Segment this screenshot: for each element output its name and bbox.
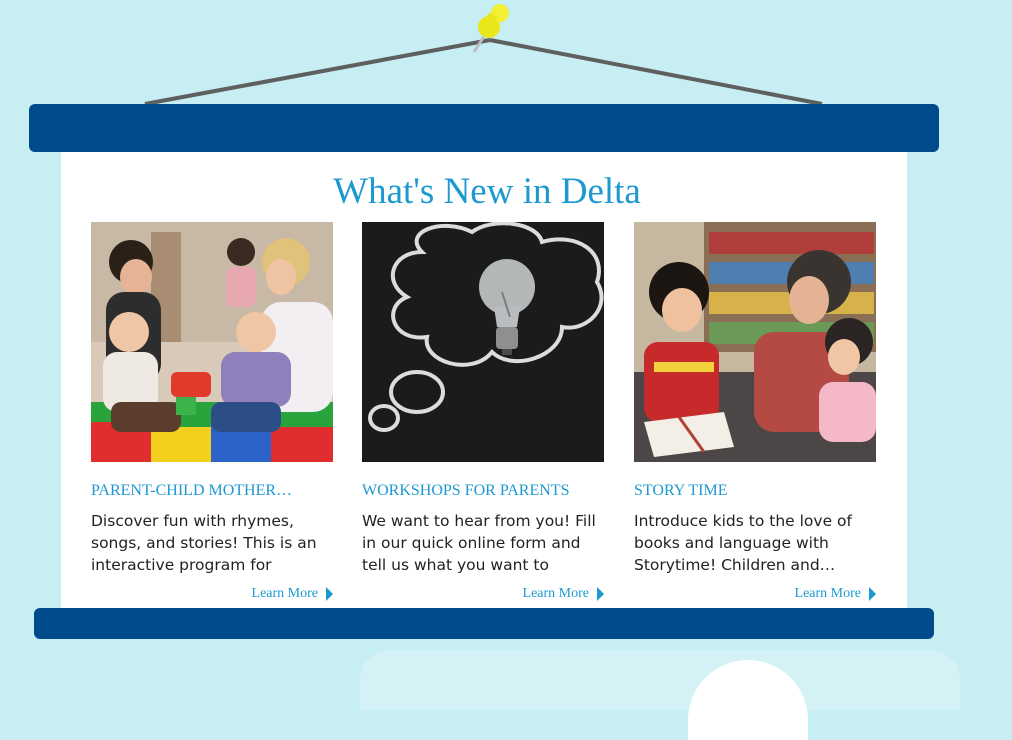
card-description: Discover fun with rhymes, songs, and sto… [91, 512, 317, 574]
banner-top-rod [29, 104, 939, 152]
chevron-right-icon [326, 587, 333, 601]
banner-bottom-rod [34, 608, 934, 639]
learn-more-label: Learn More [251, 586, 318, 601]
decorative-cloud [360, 650, 960, 710]
learn-more-label: Learn More [522, 586, 589, 601]
card-description: Introduce kids to the love of books and … [634, 512, 852, 574]
pushpin-icon [472, 4, 509, 53]
lightbulb-photo-icon[interactable] [362, 222, 604, 462]
card-heading-link[interactable]: STORY TIME [634, 482, 876, 500]
family-photo-icon[interactable] [91, 222, 333, 462]
learn-more-link[interactable]: Learn More [523, 586, 604, 602]
chevron-right-icon [597, 587, 604, 601]
section-title: What's New in Delta [333, 171, 641, 212]
news-card: PARENT-CHILD MOTHER… Discover fun with r… [91, 222, 333, 601]
chevron-right-icon [869, 587, 876, 601]
card-description: We want to hear from you! Fill in our qu… [362, 512, 596, 574]
card-heading-link[interactable]: WORKSHOPS FOR PARENTS [362, 482, 604, 500]
card-heading-link[interactable]: PARENT-CHILD MOTHER… [91, 482, 333, 500]
learn-more-link[interactable]: Learn More [252, 586, 333, 602]
news-card: STORY TIME Introduce kids to the love of… [634, 222, 876, 601]
whats-new-panel: What's New in Delta PARENT-CHILD MOTHER…… [61, 152, 907, 608]
learn-more-link[interactable]: Learn More [795, 586, 876, 602]
news-card: WORKSHOPS FOR PARENTS We want to hear fr… [362, 222, 604, 601]
learn-more-label: Learn More [794, 586, 861, 601]
storytime-photo-icon[interactable] [634, 222, 876, 462]
